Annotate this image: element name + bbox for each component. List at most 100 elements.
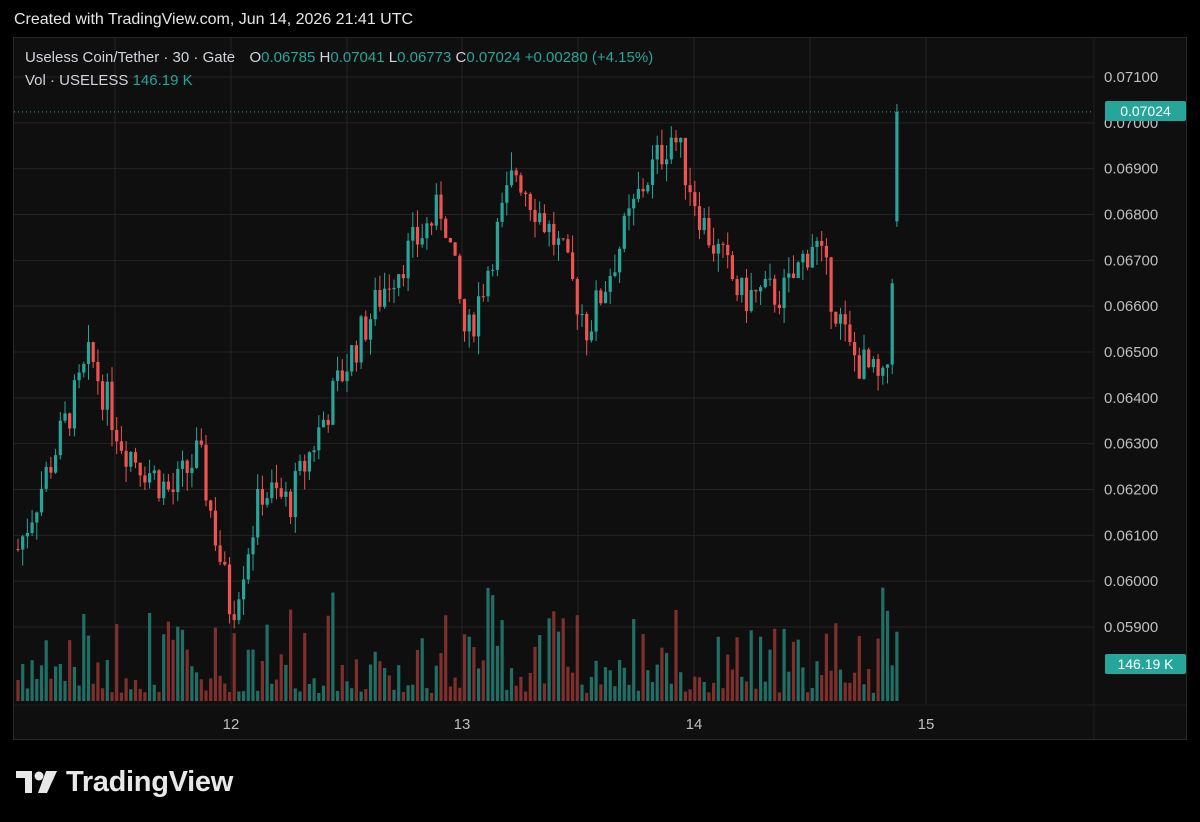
candle-body (754, 290, 758, 292)
volume-bar (594, 660, 598, 701)
volume-bar (740, 676, 744, 701)
volume-bar (566, 666, 570, 701)
volume-bar (810, 687, 814, 701)
volume-bar (491, 595, 495, 701)
volume-bar (133, 680, 138, 701)
volume-bar (749, 630, 753, 701)
candle-body (759, 287, 763, 292)
volume-bar (660, 647, 664, 701)
volume-bar (862, 684, 866, 701)
volume-bar (373, 651, 377, 701)
candle-body (533, 209, 537, 222)
volume-bar (209, 678, 213, 701)
volume-bar (157, 691, 161, 701)
candle-body (477, 296, 481, 337)
candle-body (810, 246, 814, 268)
volume-bar (524, 691, 528, 701)
volume-legend: Vol · USELESS 146.19 K (25, 72, 193, 89)
candle-body (289, 491, 293, 518)
candle-body (505, 185, 509, 203)
candle-body (96, 361, 100, 382)
symbol-label[interactable]: Useless Coin/Tether · 30 · Gate (25, 49, 235, 66)
candle-body (453, 242, 457, 256)
candle-body (547, 223, 551, 233)
volume-bar (190, 666, 194, 701)
candle-body (486, 270, 490, 297)
volume-bar (589, 676, 593, 701)
candle-body (49, 466, 53, 473)
volume-bar (251, 649, 255, 701)
volume-bar (895, 631, 899, 701)
candle-body (556, 238, 561, 245)
volume-bar (599, 684, 603, 701)
volume-bar (256, 690, 260, 701)
volume-bar (284, 664, 288, 701)
volume-bar (331, 592, 335, 701)
candle-body (232, 614, 236, 621)
volume-bar (547, 618, 551, 701)
volume-bar (693, 676, 697, 701)
candle-body (509, 170, 514, 186)
volume-bar (129, 689, 133, 701)
volume-bar (505, 689, 509, 701)
candle-body (425, 223, 429, 239)
candle-body (538, 213, 542, 222)
price-tick-label: 0.07100 (1104, 69, 1158, 86)
volume-bar (467, 636, 471, 701)
low-value: 0.06773 (397, 49, 452, 66)
chart-frame[interactable]: 0.07100 0.07000 0.06900 0.06800 0.06700 0.066… (13, 37, 1187, 740)
candle-body (895, 111, 899, 222)
candle-body (871, 359, 875, 368)
volume-bar (702, 682, 706, 701)
volume-bar (439, 652, 443, 701)
candle-body (881, 367, 885, 376)
volume-bar (63, 680, 67, 701)
volume-bar (345, 681, 349, 701)
volume-bar (538, 634, 542, 701)
volume-bar (707, 692, 711, 701)
volume-bar (552, 611, 556, 701)
candle-body (401, 274, 405, 279)
candle-body (561, 238, 565, 240)
volume-bar (853, 672, 857, 701)
close-value: 0.07024 (466, 49, 521, 66)
candle-body (397, 274, 401, 288)
volume-bar (138, 688, 142, 701)
candle-body (16, 549, 20, 551)
candle-body (420, 238, 424, 245)
candle-body (246, 554, 250, 580)
candle-body (25, 532, 29, 537)
candle-body (660, 144, 664, 165)
candle-body (406, 240, 410, 279)
candle-body (580, 314, 584, 316)
candle-body (138, 462, 142, 476)
volume-bar (378, 661, 382, 701)
candlestick-chart[interactable]: 0.071000.070000.069000.068000.067000.066… (14, 38, 1186, 739)
volume-bar (791, 641, 796, 701)
volume-bar (481, 660, 485, 701)
candle-body (524, 192, 528, 195)
volume-bar (646, 670, 650, 701)
candle-body (514, 170, 518, 176)
candle-body (444, 218, 448, 238)
volume-bar (411, 684, 415, 701)
volume-bar (30, 660, 34, 701)
volume-bar (336, 690, 340, 701)
tradingview-brand[interactable]: TradingView (16, 765, 233, 799)
candle-body (571, 252, 575, 280)
candle-body (627, 208, 631, 216)
candle-body (848, 324, 852, 343)
volume-bar (448, 686, 452, 701)
volume-bar (580, 684, 584, 701)
volume-label[interactable]: Vol · USELESS (25, 72, 128, 89)
volume-bar (68, 640, 72, 701)
candle-body (646, 185, 650, 192)
candle-body (472, 314, 476, 337)
volume-bar (387, 675, 391, 701)
volume-bar (571, 672, 575, 701)
volume-bar (763, 681, 767, 701)
tradingview-logo-icon (16, 771, 57, 793)
candle-body (552, 223, 556, 245)
volume-bar (890, 665, 894, 701)
candle-body (312, 450, 316, 453)
